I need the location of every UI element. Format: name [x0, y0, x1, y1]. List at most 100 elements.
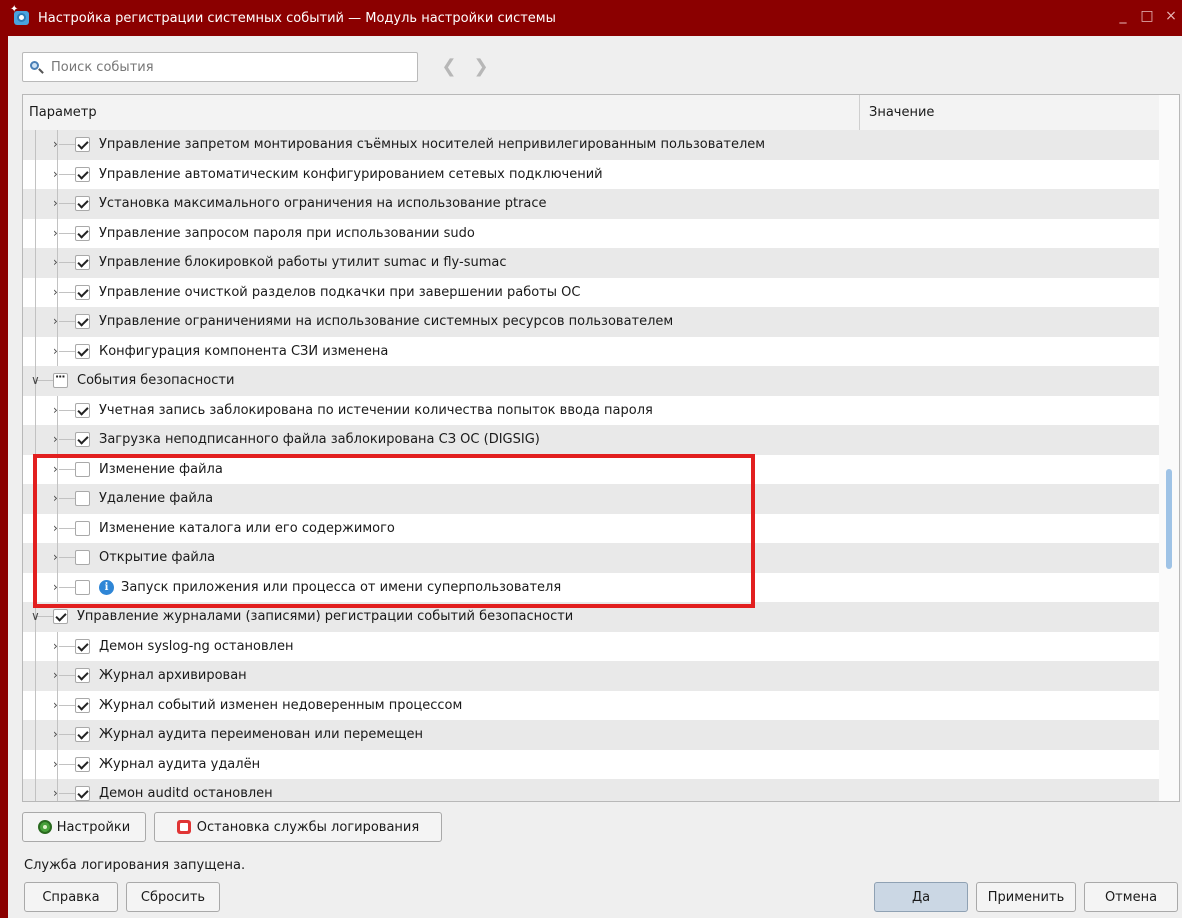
chevron-right-icon[interactable]: › — [53, 786, 63, 800]
reset-button[interactable]: Сбросить — [126, 882, 220, 912]
vertical-scrollbar[interactable] — [1159, 95, 1179, 801]
title-bar[interactable]: ✦ Настройка регистрации системных событи… — [8, 0, 1182, 36]
maximize-button[interactable]: □ — [1140, 8, 1154, 24]
tree-row[interactable]: › Управление блокировкой работы утилит su… — [23, 248, 1161, 278]
tree-row[interactable]: › Учетная запись заблокирована по истечен… — [23, 395, 1161, 425]
apply-button[interactable]: Применить — [976, 882, 1076, 912]
chevron-right-icon[interactable]: › — [53, 226, 63, 240]
stop-logging-button[interactable]: Остановка службы логирования — [154, 812, 442, 842]
chevron-right-icon[interactable]: › — [53, 314, 63, 328]
tree-row[interactable]: › Управление запретом монтирования съёмны… — [23, 130, 1161, 160]
chevron-right-icon[interactable]: › — [53, 491, 63, 505]
forward-arrow-icon[interactable]: ❯ — [470, 56, 492, 78]
chevron-down-icon[interactable]: ∨ — [31, 609, 41, 623]
tree-row[interactable]: › Журнал архивирован — [23, 661, 1161, 691]
chevron-right-icon[interactable]: › — [53, 550, 63, 564]
tree-row[interactable]: › Установка максимального ограничения на … — [23, 189, 1161, 219]
column-header-param[interactable]: Параметр — [29, 105, 97, 120]
minimize-button[interactable]: _ — [1116, 8, 1130, 24]
tree-row[interactable]: › Изменение файла — [23, 454, 1161, 484]
tree-row[interactable]: › Управление автоматическим конфигурирова… — [23, 159, 1161, 189]
chevron-right-icon[interactable]: › — [53, 285, 63, 299]
info-icon: i — [99, 579, 114, 595]
event-checkbox[interactable] — [75, 520, 90, 536]
tree-row[interactable]: › Журнал аудита удалён — [23, 749, 1161, 779]
tree-row[interactable]: › Управление ограничениями на использован… — [23, 307, 1161, 337]
chevron-right-icon[interactable]: › — [53, 432, 63, 446]
ok-button[interactable]: Да — [874, 882, 968, 912]
chevron-right-icon[interactable]: › — [53, 167, 63, 181]
tree-row-label: Журнал событий изменен недоверенным проц… — [99, 697, 463, 713]
search-field[interactable] — [22, 52, 418, 82]
chevron-right-icon[interactable]: › — [53, 521, 63, 535]
tree-row-label: Установка максимального ограничения на и… — [99, 196, 547, 211]
event-checkbox[interactable] — [75, 284, 90, 300]
chevron-right-icon[interactable]: › — [53, 639, 63, 653]
tree-row[interactable]: ∨ Управление журналами (записями) регистр… — [23, 602, 1161, 632]
chevron-right-icon[interactable]: › — [53, 255, 63, 269]
tree-row[interactable]: › Открытие файла — [23, 543, 1161, 573]
event-checkbox[interactable] — [75, 343, 90, 359]
tree-row[interactable]: › i Запуск приложения или процесса от имен… — [23, 572, 1161, 602]
event-checkbox[interactable] — [75, 432, 90, 447]
close-button[interactable]: × — [1164, 8, 1178, 24]
tree-row[interactable]: › Управление запросом пароля при использо… — [23, 218, 1161, 248]
event-checkbox[interactable] — [75, 697, 90, 713]
event-checkbox[interactable] — [75, 166, 90, 182]
event-checkbox[interactable] — [75, 196, 90, 211]
event-checkbox[interactable] — [75, 579, 90, 595]
chevron-right-icon[interactable]: › — [53, 668, 63, 682]
event-checkbox[interactable] — [75, 727, 90, 742]
chevron-right-icon[interactable]: › — [53, 462, 63, 476]
event-checkbox[interactable] — [75, 668, 90, 683]
tree-row[interactable]: › Демон syslog-ng остановлен — [23, 631, 1161, 661]
tree-row[interactable]: › Журнал событий изменен недоверенным про… — [23, 690, 1161, 720]
tree-row[interactable]: › Демон auditd остановлен — [23, 779, 1161, 801]
chevron-right-icon[interactable]: › — [53, 698, 63, 712]
tree-row[interactable]: › Изменение каталога или его содержимого — [23, 513, 1161, 543]
tree-row-label: Загрузка неподписанного файла заблокиров… — [99, 432, 540, 447]
event-checkbox[interactable] — [75, 461, 90, 477]
event-checkbox[interactable] — [75, 402, 90, 418]
column-divider[interactable] — [859, 95, 860, 130]
event-checkbox[interactable] — [75, 756, 90, 772]
tree-row[interactable]: › Удаление файла — [23, 484, 1161, 514]
help-button[interactable]: Справка — [24, 882, 118, 912]
event-checkbox[interactable] — [75, 314, 90, 329]
cancel-button[interactable]: Отмена — [1084, 882, 1178, 912]
chevron-right-icon[interactable]: › — [53, 580, 63, 594]
event-checkbox[interactable] — [53, 370, 68, 388]
event-checkbox[interactable] — [75, 550, 90, 565]
back-arrow-icon[interactable]: ❮ — [438, 56, 460, 78]
event-checkbox[interactable] — [75, 225, 90, 241]
scrollbar-thumb[interactable] — [1166, 469, 1172, 569]
event-checkbox[interactable] — [75, 786, 90, 801]
tree-row[interactable]: › Журнал аудита переименован или перемеще… — [23, 720, 1161, 750]
chevron-right-icon[interactable]: › — [53, 757, 63, 771]
chevron-right-icon[interactable]: › — [53, 727, 63, 741]
event-checkbox[interactable] — [75, 255, 90, 270]
tree-row[interactable]: › Загрузка неподписанного файла заблокиро… — [23, 425, 1161, 455]
tree-row-label: Демон syslog-ng остановлен — [99, 638, 294, 654]
chevron-right-icon[interactable]: › — [53, 403, 63, 417]
tree-header: Параметр Значение — [23, 95, 1161, 131]
gear-icon — [37, 820, 52, 834]
chevron-right-icon[interactable]: › — [53, 137, 63, 151]
event-checkbox[interactable] — [75, 491, 90, 506]
tree-row-label: Управление журналами (записями) регистра… — [77, 609, 574, 624]
search-input[interactable] — [49, 58, 393, 76]
event-checkbox[interactable] — [75, 638, 90, 654]
event-checkbox[interactable] — [53, 609, 68, 624]
settings-button-label: Настройки — [56, 819, 131, 835]
tree-row[interactable]: ∨ События безопасности — [23, 366, 1161, 396]
column-header-value[interactable]: Значение — [869, 105, 934, 120]
event-checkbox[interactable] — [75, 137, 90, 152]
tree-row[interactable]: › Конфигурация компонента СЗИ изменена — [23, 336, 1161, 366]
settings-button[interactable]: Настройки — [22, 812, 146, 842]
chevron-right-icon[interactable]: › — [53, 344, 63, 358]
chevron-down-icon[interactable]: ∨ — [31, 373, 41, 387]
chevron-right-icon[interactable]: › — [53, 196, 63, 210]
events-tree[interactable]: Параметр Значение › Управление запретом м… — [22, 94, 1180, 802]
tree-row[interactable]: › Управление очисткой разделов подкачки п… — [23, 277, 1161, 307]
tree-row-label: События безопасности — [77, 373, 235, 388]
